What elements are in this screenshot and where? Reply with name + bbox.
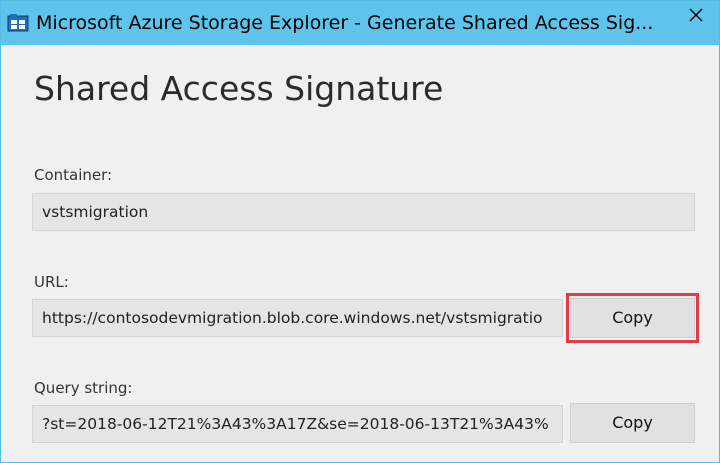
url-label: URL:	[34, 273, 69, 291]
container-field[interactable]: vstsmigration	[32, 193, 695, 231]
page-title: Shared Access Signature	[34, 69, 444, 108]
query-string-label: Query string:	[34, 379, 133, 397]
url-field[interactable]: https://contosodevmigration.blob.core.wi…	[32, 299, 563, 337]
copy-url-button[interactable]: Copy	[570, 298, 695, 338]
storage-explorer-icon	[7, 12, 29, 34]
copy-query-string-button[interactable]: Copy	[570, 403, 695, 443]
close-button[interactable]	[673, 1, 719, 31]
window-title: Microsoft Azure Storage Explorer - Gener…	[36, 12, 654, 34]
container-label: Container:	[34, 166, 113, 184]
title-bar[interactable]: Microsoft Azure Storage Explorer - Gener…	[1, 1, 719, 45]
close-icon	[689, 7, 703, 26]
sas-dialog-window: Microsoft Azure Storage Explorer - Gener…	[0, 0, 720, 463]
query-string-field[interactable]: ?st=2018-06-12T21%3A43%3A17Z&se=2018-06-…	[32, 405, 563, 443]
